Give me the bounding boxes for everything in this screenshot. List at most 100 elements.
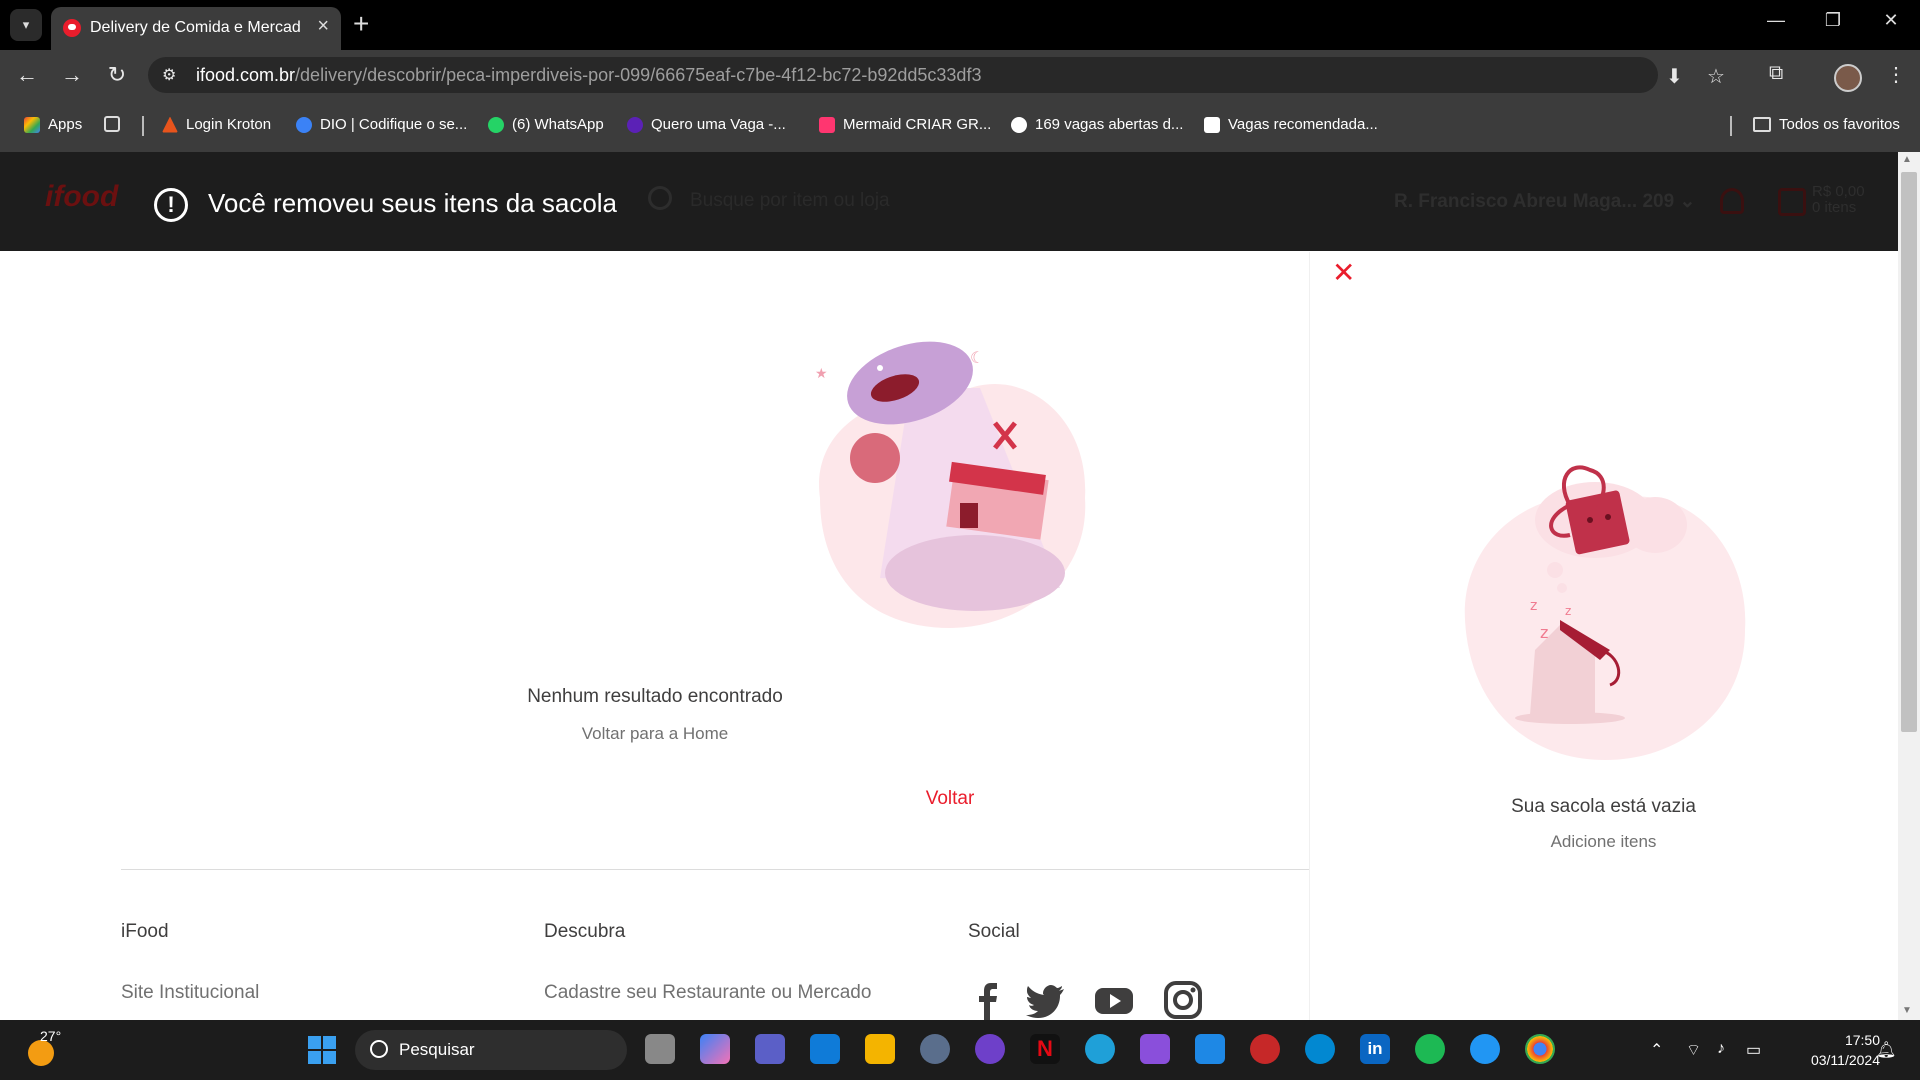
extensions-icon[interactable]: ⧉ xyxy=(1769,62,1783,85)
taskbar-search[interactable]: Pesquisar xyxy=(355,1030,627,1070)
visual-studio-icon[interactable] xyxy=(1140,1034,1170,1064)
tab-strip: ▾ Delivery de Comida e Mercado × + — ❐ ✕ xyxy=(0,0,1920,50)
bookmark-whatsapp[interactable]: (6) WhatsApp xyxy=(488,116,604,133)
forward-button[interactable]: → xyxy=(57,62,87,88)
app-red-icon[interactable] xyxy=(1250,1034,1280,1064)
footer-link-cadastre-restaurante[interactable]: Cadastre seu Restaurante ou Mercado xyxy=(544,982,871,1004)
whatsapp-icon xyxy=(488,116,504,133)
bookmark-divider xyxy=(142,116,144,136)
vscode-icon[interactable] xyxy=(1195,1034,1225,1064)
empty-result-subtitle: Voltar para a Home xyxy=(581,724,729,743)
twitter-icon[interactable] xyxy=(1026,980,1066,1020)
profile-avatar[interactable] xyxy=(1834,64,1862,92)
chevron-down-icon: ⌄ xyxy=(1679,191,1696,212)
footer-divider xyxy=(121,869,1309,870)
bookmark-apps[interactable]: Apps xyxy=(24,116,82,133)
address-bar[interactable]: ⚙ ifood.com.br/delivery/descobrir/peca-i… xyxy=(148,57,1725,93)
user-icon[interactable] xyxy=(1720,188,1744,214)
reload-button[interactable]: ↻ xyxy=(102,62,132,88)
address-selector[interactable]: R. Francisco Abreu Maga... 209 ⌄ xyxy=(1394,190,1695,213)
bag-summary[interactable]: R$ 0,00 0 itens xyxy=(1812,184,1865,216)
empty-result-title: Nenhum resultado encontrado xyxy=(527,686,783,707)
instagram-icon[interactable] xyxy=(1163,980,1203,1020)
active-tab[interactable]: Delivery de Comida e Mercado × xyxy=(51,7,341,50)
back-home-link[interactable]: Voltar xyxy=(900,788,1000,810)
svg-text:z: z xyxy=(1565,604,1571,618)
back-button[interactable]: ← xyxy=(12,62,42,88)
linkedin-icon[interactable]: in xyxy=(1360,1034,1390,1064)
ifood-logo[interactable]: ifood xyxy=(45,180,118,214)
info-icon xyxy=(1011,116,1027,133)
copilot-icon[interactable] xyxy=(700,1034,730,1064)
close-drawer-icon[interactable]: ✕ xyxy=(1332,256,1355,289)
start-button[interactable] xyxy=(308,1036,338,1066)
system-clock[interactable]: 17:50 03/11/2024 xyxy=(1780,1030,1880,1070)
bookmark-tab-groups[interactable] xyxy=(104,116,120,132)
facebook-icon[interactable] xyxy=(968,980,1008,1020)
app-feather-icon[interactable] xyxy=(1470,1034,1500,1064)
youtube-icon[interactable] xyxy=(1094,980,1134,1020)
scrollbar-thumb[interactable] xyxy=(1901,172,1917,732)
search-placeholder: Busque por item ou loja xyxy=(690,190,890,211)
install-app-icon[interactable]: ⬇ xyxy=(1666,64,1683,89)
task-view-icon[interactable] xyxy=(645,1034,675,1064)
volume-icon[interactable]: ♪ xyxy=(1717,1040,1725,1058)
address-text: R. Francisco Abreu Maga... 209 xyxy=(1394,191,1675,212)
scroll-up-icon[interactable]: ▲ xyxy=(1902,154,1912,165)
tab-search-button[interactable]: ▾ xyxy=(10,9,42,41)
wifi-icon[interactable]: ⌔ xyxy=(1686,1040,1701,1060)
svg-text:☾: ☾ xyxy=(970,348,984,367)
file-explorer-icon[interactable] xyxy=(865,1034,895,1064)
empty-bag-title: Sua sacola está vazia xyxy=(1511,796,1696,817)
search-icon xyxy=(370,1040,388,1058)
bookmark-star-icon[interactable]: ☆ xyxy=(1707,64,1725,89)
github-icon[interactable] xyxy=(975,1034,1005,1064)
footer-title-ifood: iFood xyxy=(121,921,169,942)
new-tab-button[interactable]: + xyxy=(353,8,369,40)
store-icon[interactable] xyxy=(810,1034,840,1064)
search-input[interactable]: Busque por item ou loja xyxy=(640,186,1340,214)
close-window-button[interactable]: ✕ xyxy=(1868,10,1914,31)
site-info-icon[interactable]: ⚙ xyxy=(162,65,176,85)
bookmark-vagas-recomendadas[interactable]: Vagas recomendada... xyxy=(1204,116,1378,133)
restore-button[interactable]: ❐ xyxy=(1810,10,1856,31)
notification-bell-icon[interactable]: 🔔︎ xyxy=(1876,1040,1896,1060)
chrome-icon[interactable] xyxy=(1525,1034,1555,1064)
grid-icon xyxy=(104,116,120,132)
temperature[interactable]: 27° xyxy=(40,1028,61,1044)
battery-icon[interactable]: ▭ xyxy=(1746,1040,1761,1060)
netflix-icon[interactable]: N xyxy=(1030,1034,1060,1064)
spotify-icon[interactable] xyxy=(1415,1034,1445,1064)
tab-title: Delivery de Comida e Mercado xyxy=(90,19,300,36)
edge-icon[interactable] xyxy=(1085,1034,1115,1064)
scroll-down-icon[interactable]: ▼ xyxy=(1902,1005,1912,1016)
app-blue-c-icon[interactable] xyxy=(1305,1034,1335,1064)
close-tab-icon[interactable]: × xyxy=(317,15,329,38)
settings-icon[interactable] xyxy=(920,1034,950,1064)
bookmark-login-kroton[interactable]: Login Kroton xyxy=(162,116,271,133)
bookmark-dio[interactable]: DIO | Codifique o se... xyxy=(296,116,467,133)
folder-icon xyxy=(1753,117,1771,132)
mermaid-icon xyxy=(819,116,835,133)
browser-toolbar: ← → ↻ ⚙ ifood.com.br/delivery/descobrir/… xyxy=(0,50,1920,100)
minimize-button[interactable]: — xyxy=(1753,10,1799,31)
dio-icon xyxy=(296,116,312,133)
bookmark-mermaid[interactable]: Mermaid CRIAR GR... xyxy=(819,116,991,133)
chevron-up-icon[interactable]: ⌃ xyxy=(1650,1040,1663,1060)
bookmark-quero-vaga[interactable]: Quero uma Vaga -... xyxy=(627,116,786,133)
bag-icon[interactable] xyxy=(1778,188,1806,216)
footer-title-social: Social xyxy=(968,921,1020,942)
svg-text:★: ★ xyxy=(815,366,828,382)
svg-text:z: z xyxy=(1530,598,1537,614)
add-items-link[interactable]: Adicione itens xyxy=(1309,832,1898,852)
url-text[interactable]: ifood.com.br/delivery/descobrir/peca-imp… xyxy=(196,65,981,86)
all-bookmarks-folder[interactable]: Todos os favoritos xyxy=(1753,116,1900,133)
clock-time: 17:50 xyxy=(1844,1032,1880,1048)
bookmarks-bar: Apps Login Kroton DIO | Codifique o se..… xyxy=(0,100,1920,153)
teams-icon[interactable] xyxy=(755,1034,785,1064)
menu-icon[interactable]: ⋮ xyxy=(1886,62,1906,87)
bag-price: R$ 0,00 xyxy=(1812,183,1865,200)
windows-taskbar xyxy=(0,1020,1920,1080)
footer-link-site-institucional[interactable]: Site Institucional xyxy=(121,982,259,1004)
bookmark-vagas-abertas[interactable]: 169 vagas abertas d... xyxy=(1011,116,1183,133)
